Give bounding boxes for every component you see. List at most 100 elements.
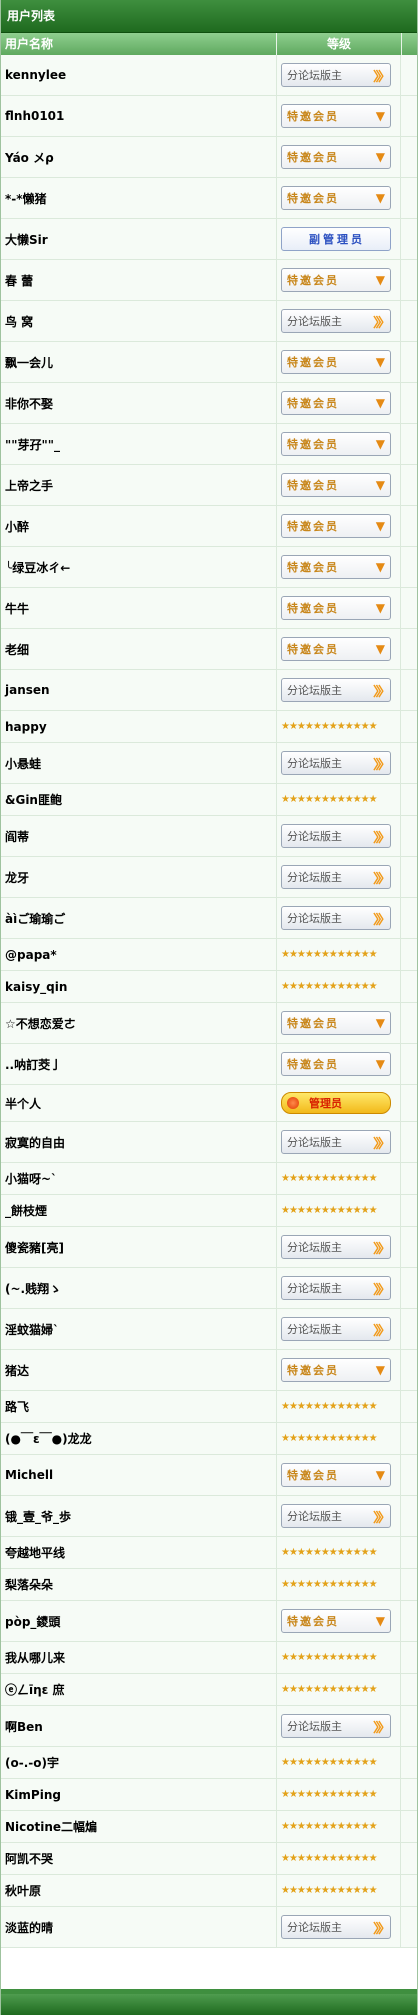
username-link[interactable]: 猪达 — [1, 1350, 277, 1390]
username-link[interactable]: 老细 — [1, 629, 277, 669]
username-link[interactable]: 小醉 — [1, 506, 277, 546]
level-cell: ★★★★★★★★★★★★ — [277, 1642, 401, 1673]
row-spacer — [401, 629, 417, 669]
username-link[interactable]: ..呐訂茭亅 — [1, 1044, 277, 1084]
username-link[interactable]: 春 蕾 — [1, 260, 277, 300]
row-spacer — [401, 670, 417, 710]
level-cell: ★★★★★★★★★★★★ — [277, 1843, 401, 1874]
row-spacer — [401, 301, 417, 341]
triangle-down-icon: ▼ — [375, 355, 387, 369]
member-badge: 特邀会员 ▼ — [281, 1358, 391, 1382]
username-link[interactable]: _餅枝煙 — [1, 1195, 277, 1226]
table-row: kennylee 分论坛版主 〉〉〉 — [1, 55, 417, 96]
member-badge: 特邀会员 ▼ — [281, 514, 391, 538]
chevron-right-icon: 〉〉〉 — [372, 1510, 391, 1526]
username-link[interactable]: àìご瑜瑜ご — [1, 898, 277, 938]
table-row: ..呐訂茭亅 特邀会员 ▼ — [1, 1044, 417, 1085]
level-stars-icon: ★★★★★★★★★★★★ — [281, 1821, 378, 1832]
username-link[interactable]: (~.贱翔ゝ — [1, 1268, 277, 1308]
moderator-badge: 分论坛版主 〉〉〉 — [281, 751, 391, 775]
username-link[interactable]: kaisy_qin — [1, 971, 277, 1002]
column-header-username: 用户名称 — [1, 33, 277, 55]
username-link[interactable]: ⓔㄥīηε 庶 — [1, 1674, 277, 1705]
username-link[interactable]: 牛牛 — [1, 588, 277, 628]
table-row: (●￣ε￣●)龙龙 ★★★★★★★★★★★★ — [1, 1423, 417, 1455]
member-badge: 特邀会员 ▼ — [281, 1463, 391, 1487]
moderator-badge: 分论坛版主 〉〉〉 — [281, 1915, 391, 1939]
table-row: 寂寞的自由 分论坛版主 〉〉〉 — [1, 1122, 417, 1163]
level-cell: 特邀会员 ▼ — [277, 137, 401, 177]
username-link[interactable]: Yáo メρ — [1, 137, 277, 177]
member-badge: 特邀会员 ▼ — [281, 104, 391, 128]
row-spacer — [401, 219, 417, 259]
username-link[interactable]: 小悬蛙 — [1, 743, 277, 783]
username-link[interactable]: 淫蚊猫婦` — [1, 1309, 277, 1349]
level-cell: 分论坛版主 〉〉〉 — [277, 1268, 401, 1308]
table-row: 猪达 特邀会员 ▼ — [1, 1350, 417, 1391]
badge-label: 特邀会员 — [287, 479, 339, 492]
username-link[interactable]: 非你不娶 — [1, 383, 277, 423]
badge-label: 分论坛版主 — [287, 1241, 342, 1254]
username-link[interactable]: flnh0101 — [1, 96, 277, 136]
username-link[interactable]: 大懒Sir — [1, 219, 277, 259]
username-link[interactable]: *-*懒猪 — [1, 178, 277, 218]
username-link[interactable]: 阿凯不哭 — [1, 1843, 277, 1874]
username-link[interactable]: 锇_壹_爷_歩 — [1, 1496, 277, 1536]
row-spacer — [401, 178, 417, 218]
level-stars-icon: ★★★★★★★★★★★★ — [281, 1579, 378, 1590]
username-link[interactable]: 傻瓷豬[亮] — [1, 1227, 277, 1267]
username-link[interactable]: 路飞 — [1, 1391, 277, 1422]
username-link[interactable]: 小猫呀~` — [1, 1163, 277, 1194]
username-link[interactable]: 阎蒂 — [1, 816, 277, 856]
username-link[interactable]: pòp_鑁頭 — [1, 1601, 277, 1641]
username-link[interactable]: 梨落朵朵 — [1, 1569, 277, 1600]
badge-label: 分论坛版主 — [287, 871, 342, 884]
table-row: 非你不娶 特邀会员 ▼ — [1, 383, 417, 424]
username-link[interactable]: 我从哪儿来 — [1, 1642, 277, 1673]
member-badge: 特邀会员 ▼ — [281, 432, 391, 456]
username-link[interactable]: &Gin匪鲍 — [1, 784, 277, 815]
username-link[interactable]: 飘一会儿 — [1, 342, 277, 382]
username-link[interactable]: 上帝之手 — [1, 465, 277, 505]
row-spacer — [401, 1875, 417, 1906]
badge-label: 分论坛版主 — [287, 69, 342, 82]
row-spacer — [401, 898, 417, 938]
triangle-down-icon: ▼ — [375, 1468, 387, 1482]
username-link[interactable]: jansen — [1, 670, 277, 710]
username-link[interactable]: KimPing — [1, 1779, 277, 1810]
table-row: 路飞 ★★★★★★★★★★★★ — [1, 1391, 417, 1423]
moderator-badge: 分论坛版主 〉〉〉 — [281, 1714, 391, 1738]
triangle-down-icon: ▼ — [375, 478, 387, 492]
badge-label: 分论坛版主 — [287, 315, 342, 328]
badge-label: 特邀会员 — [287, 151, 339, 164]
username-link[interactable]: (●￣ε￣●)龙龙 — [1, 1423, 277, 1454]
level-cell: 分论坛版主 〉〉〉 — [277, 1122, 401, 1162]
username-link[interactable]: 啊Ben — [1, 1706, 277, 1746]
table-row: 大懒Sir 副管理员 — [1, 219, 417, 260]
username-link[interactable]: 淡蓝的晴 — [1, 1907, 277, 1947]
table-row: Yáo メρ 特邀会员 ▼ — [1, 137, 417, 178]
username-link[interactable]: 半个人 — [1, 1085, 277, 1121]
username-link[interactable]: (o-.-o)宇 — [1, 1747, 277, 1778]
username-link[interactable]: happy — [1, 711, 277, 742]
badge-label: 分论坛版主 — [287, 757, 342, 770]
table-row: ⓔㄥīηε 庶 ★★★★★★★★★★★★ — [1, 1674, 417, 1706]
username-link[interactable]: 鸟 窝 — [1, 301, 277, 341]
username-link[interactable]: 夸越地平线 — [1, 1537, 277, 1568]
row-spacer — [401, 1811, 417, 1842]
username-link[interactable]: ╰绿豆冰ㄔ← — [1, 547, 277, 587]
username-link[interactable]: Michell — [1, 1455, 277, 1495]
username-link[interactable]: 龙牙 — [1, 857, 277, 897]
username-link[interactable]: Nicotine二幅煸 — [1, 1811, 277, 1842]
username-link[interactable]: 寂寞的自由 — [1, 1122, 277, 1162]
level-cell: 分论坛版主 〉〉〉 — [277, 1309, 401, 1349]
username-link[interactable]: @papa* — [1, 939, 277, 970]
username-link[interactable]: ""芽孖""_ — [1, 424, 277, 464]
username-link[interactable]: ☆不想恋爱ㄜ — [1, 1003, 277, 1043]
username-link[interactable]: 秋叶原 — [1, 1875, 277, 1906]
badge-label: 特邀会员 — [287, 274, 339, 287]
moderator-badge: 分论坛版主 〉〉〉 — [281, 1235, 391, 1259]
level-cell: 特邀会员 ▼ — [277, 465, 401, 505]
username-link[interactable]: kennylee — [1, 55, 277, 95]
chevron-right-icon: 〉〉〉 — [372, 684, 391, 700]
